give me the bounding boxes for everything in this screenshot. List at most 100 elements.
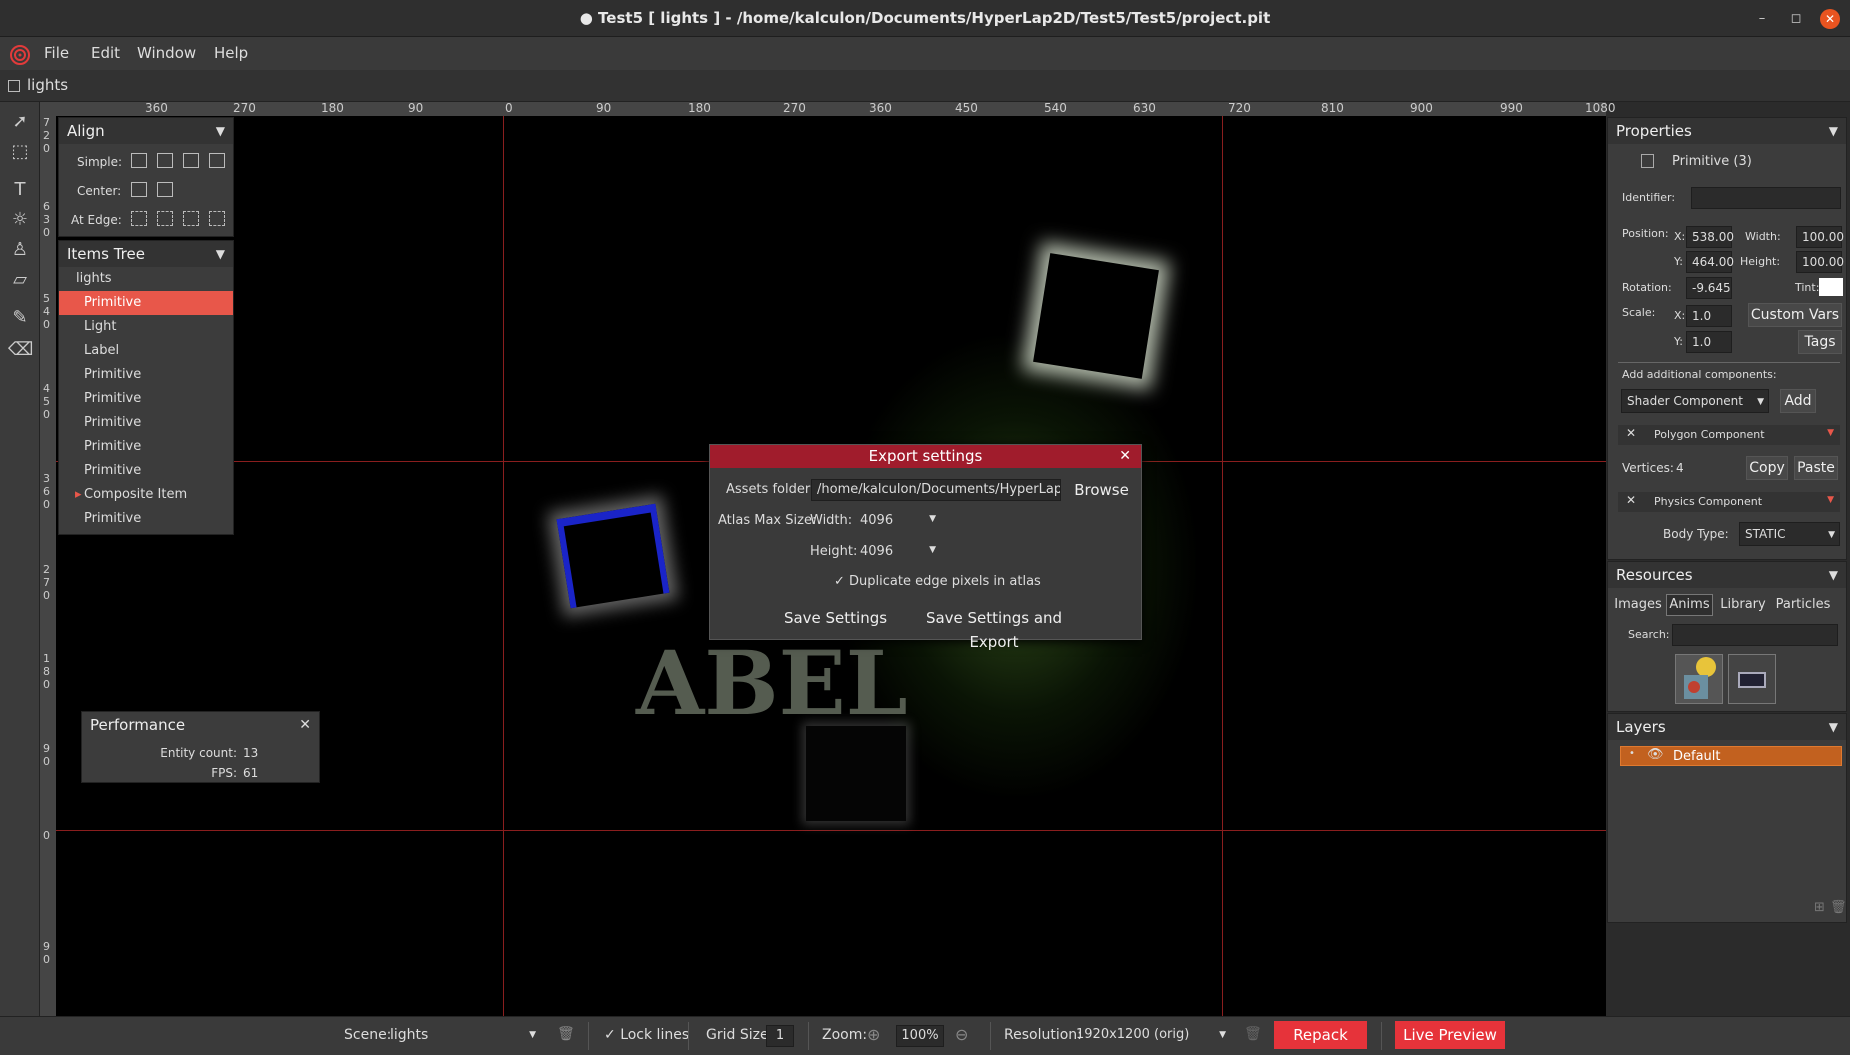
primitive-blue-square[interactable] <box>556 503 670 609</box>
browse-button[interactable]: Browse <box>1068 478 1135 502</box>
resources-tab[interactable]: Images <box>1613 594 1663 616</box>
live-preview-button[interactable]: Live Preview <box>1395 1021 1505 1049</box>
resources-tab[interactable]: Anims <box>1666 594 1713 616</box>
tree-item[interactable]: Primitive <box>59 363 233 387</box>
collapse-icon[interactable]: ▼ <box>1829 562 1838 588</box>
minimize-button[interactable]: – <box>1752 9 1772 29</box>
scene-tab[interactable]: lights <box>27 76 68 94</box>
width-input[interactable]: 100.00 <box>1796 226 1844 248</box>
trash-icon[interactable]: 🗑 <box>1244 1026 1262 1042</box>
lock-lines-checkbox[interactable]: ✓ Lock lines <box>604 1027 689 1043</box>
polygon-component-header[interactable]: ✕ Polygon Component ▼ <box>1618 425 1840 445</box>
add-layer-icon[interactable]: ⊞ <box>1814 900 1825 915</box>
light-tool-icon[interactable]: ☼ <box>8 208 32 232</box>
anim-thumbnail-character[interactable] <box>1675 654 1723 704</box>
duplicate-pixels-checkbox[interactable]: ✓ Duplicate edge pixels in atlas <box>834 574 1041 589</box>
paint-tool-icon[interactable]: ✎ <box>8 306 32 330</box>
tree-item[interactable]: ▸ Composite Item <box>59 483 233 507</box>
position-y-input[interactable]: 464.00 <box>1686 251 1734 273</box>
scale-y-input[interactable]: 1.0 <box>1686 331 1732 353</box>
maximize-button[interactable]: ◻ <box>1786 9 1806 29</box>
tree-item[interactable]: Primitive <box>59 507 233 531</box>
paste-button[interactable]: Paste <box>1794 456 1838 480</box>
identifier-input[interactable] <box>1691 187 1841 209</box>
align-right-icon[interactable] <box>183 153 199 168</box>
tree-item[interactable]: Primitive <box>59 435 233 459</box>
tree-item[interactable]: Primitive <box>59 387 233 411</box>
transform-tool-icon[interactable]: ⬚ <box>8 140 32 164</box>
menu-edit[interactable]: Edit <box>91 37 120 70</box>
tree-item[interactable]: Primitive <box>59 459 233 483</box>
menu-window[interactable]: Window <box>137 37 196 70</box>
trash-icon[interactable]: 🗑 <box>557 1026 575 1042</box>
tree-item[interactable]: Label <box>59 339 233 363</box>
tree-root[interactable]: lights <box>59 267 233 291</box>
scale-x-input[interactable]: 1.0 <box>1686 305 1732 327</box>
chevron-down-icon[interactable]: ▼ <box>1827 428 1834 438</box>
selection-tool-icon[interactable]: ➚ <box>8 110 32 134</box>
assets-folder-input[interactable]: /home/kalculon/Documents/HyperLap2 <box>811 479 1061 501</box>
chevron-down-icon[interactable]: ▼ <box>1827 495 1834 505</box>
tree-item[interactable]: Light <box>59 315 233 339</box>
close-icon[interactable]: ✕ <box>299 712 311 738</box>
save-settings-button[interactable]: Save Settings <box>778 605 893 631</box>
scene-label-text[interactable]: ABEL <box>636 631 908 735</box>
anim-thumbnail-screen[interactable] <box>1728 654 1776 704</box>
primitive-white-square[interactable] <box>1033 253 1159 379</box>
scene-select[interactable]: lights ▼ <box>388 1025 540 1047</box>
remove-component-icon[interactable]: ✕ <box>1626 426 1636 440</box>
person-tool-icon[interactable]: ♙ <box>8 238 32 262</box>
collapse-icon[interactable]: ▼ <box>216 118 225 144</box>
custom-vars-button[interactable]: Custom Vars <box>1748 303 1842 327</box>
close-window-button[interactable]: ✕ <box>1820 9 1840 29</box>
position-x-input[interactable]: 538.00 <box>1686 226 1734 248</box>
edge-top-icon[interactable] <box>157 211 173 226</box>
collapse-icon[interactable]: ▼ <box>1829 118 1838 144</box>
zoom-in-icon[interactable]: ⊕ <box>867 1025 880 1044</box>
resources-header[interactable]: Resources ▼ <box>1608 562 1846 588</box>
polygon-tool-icon[interactable]: ▱ <box>8 268 32 292</box>
layer-item-default[interactable]: • 👁 Default <box>1620 746 1842 766</box>
edge-right-icon[interactable] <box>183 211 199 226</box>
atlas-height-select[interactable]: 4096 ▼ <box>856 541 938 563</box>
resolution-select[interactable]: 1920x1200 (orig) ▼ <box>1074 1025 1230 1047</box>
body-type-select[interactable]: STATIC ▼ <box>1739 522 1840 546</box>
align-bottom-icon[interactable] <box>209 153 225 168</box>
rotation-input[interactable]: -9.645 <box>1686 277 1732 299</box>
eye-icon[interactable]: 👁 <box>1647 747 1664 762</box>
edge-bottom-icon[interactable] <box>209 211 225 226</box>
menu-help[interactable]: Help <box>214 37 248 70</box>
grid-size-input[interactable]: 1 <box>766 1025 794 1047</box>
center-horizontal-icon[interactable] <box>131 182 147 197</box>
zoom-input[interactable]: 100% <box>896 1025 944 1047</box>
save-and-export-button[interactable]: Save Settings and Export <box>901 605 1087 651</box>
remove-component-icon[interactable]: ✕ <box>1626 493 1636 507</box>
dialog-close-icon[interactable]: ✕ <box>1119 445 1131 468</box>
layers-header[interactable]: Layers ▼ <box>1608 714 1846 740</box>
expand-arrow-icon[interactable]: ▸ <box>75 483 82 507</box>
items-tree-header[interactable]: Items Tree ▼ <box>59 241 233 267</box>
tags-button[interactable]: Tags <box>1798 330 1842 354</box>
repack-button[interactable]: Repack <box>1274 1021 1367 1049</box>
collapse-icon[interactable]: ▼ <box>1829 714 1838 740</box>
center-vertical-icon[interactable] <box>157 182 173 197</box>
text-tool-icon[interactable]: T <box>8 178 32 202</box>
tint-color-swatch[interactable] <box>1819 278 1843 296</box>
add-component-button[interactable]: Add <box>1780 389 1816 413</box>
zoom-out-icon[interactable]: ⊖ <box>955 1025 968 1044</box>
align-panel-header[interactable]: Align ▼ <box>59 118 233 144</box>
collapse-icon[interactable]: ▼ <box>216 241 225 267</box>
edge-left-icon[interactable] <box>131 211 147 226</box>
tree-item[interactable]: Primitive <box>59 411 233 435</box>
primitive-dark-square[interactable] <box>806 726 906 821</box>
height-input[interactable]: 100.00 <box>1796 251 1844 273</box>
trash-icon[interactable]: 🗑 <box>1830 900 1847 915</box>
align-left-icon[interactable] <box>131 153 147 168</box>
menu-file[interactable]: File <box>44 37 69 70</box>
resources-tab[interactable]: Library <box>1716 594 1770 616</box>
properties-header[interactable]: Properties ▼ <box>1608 118 1846 144</box>
layer-lock-icon[interactable]: • <box>1629 748 1635 759</box>
component-select[interactable]: Shader Component ▼ <box>1621 389 1769 413</box>
copy-button[interactable]: Copy <box>1746 456 1788 480</box>
eraser-tool-icon[interactable]: ⌫ <box>8 338 33 362</box>
